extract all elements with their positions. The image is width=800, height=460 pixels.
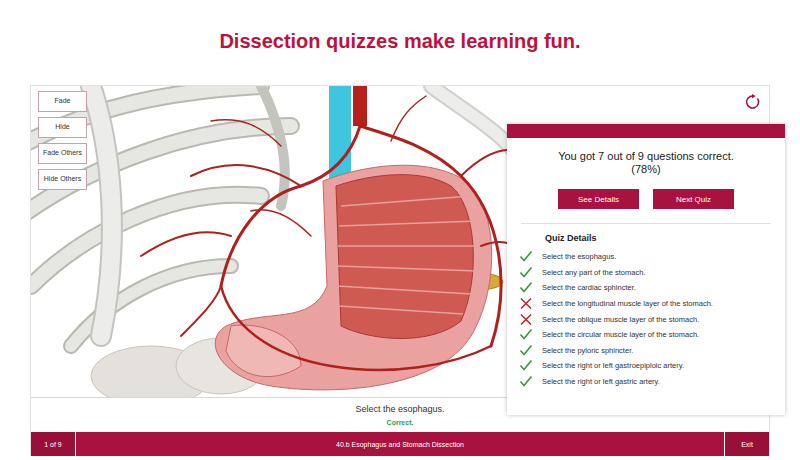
detail-text: Select the pyloric sphincter. [542, 346, 633, 355]
dissection-title: 40.b Esophagus and Stomach Dissection [76, 432, 724, 456]
details-list: Select the esophagus. Select any part of … [507, 243, 785, 389]
detail-row: Select any part of the stomach. [519, 265, 785, 281]
cross-icon [519, 297, 533, 310]
check-icon [519, 250, 533, 263]
see-details-button[interactable]: See Details [558, 189, 639, 209]
tool-button[interactable]: Fade [38, 91, 87, 112]
tool-button[interactable]: Hide [38, 117, 87, 138]
question: Select the esophagus. [355, 404, 444, 414]
detail-row: Select the longitudinal muscle layer of … [519, 296, 785, 312]
detail-row: Select the pyloric sphincter. [519, 343, 785, 359]
detail-text: Select the longitudinal muscle layer of … [542, 299, 713, 308]
detail-text: Select the right or left gastric artery. [542, 377, 660, 386]
check-icon [519, 328, 533, 341]
tool-button[interactable]: Hide Others [38, 169, 87, 190]
panel-buttons: See Details Next Quiz [507, 189, 785, 209]
tool-buttons: Fade Hide Fade Others Hide Others [38, 91, 87, 190]
footer-bar: 1 of 940.b Esophagus and Stomach Dissect… [31, 432, 769, 456]
score-text: You got 7 out of 9 questions correct. [558, 150, 734, 163]
check-icon [519, 375, 533, 388]
cross-icon [519, 313, 533, 326]
detail-row: Select the circular muscle layer of the … [519, 327, 785, 343]
check-icon [519, 344, 533, 357]
detail-text: Select any part of the stomach. [542, 268, 645, 277]
panel-header [507, 124, 785, 138]
next-quiz-button[interactable]: Next Quiz [653, 189, 734, 209]
detail-text: Select the cardiac sphincter. [542, 283, 636, 292]
check-icon [519, 266, 533, 279]
detail-text: Select the right or left gastroepiploic … [542, 361, 684, 370]
feedback: Correct. [387, 419, 414, 426]
detail-row: Select the esophagus. [519, 249, 785, 265]
detail-text: Select the esophagus. [542, 252, 616, 261]
headline: Dissection quizzes make learning fun. [0, 0, 800, 85]
check-icon [519, 359, 533, 372]
check-icon [519, 281, 533, 294]
detail-row: Select the right or left gastroepiploic … [519, 358, 785, 374]
reset-view-icon[interactable] [745, 94, 761, 110]
exit-button[interactable]: Exit [724, 432, 769, 456]
question-counter: 1 of 9 [31, 432, 76, 456]
divider [521, 223, 771, 224]
detail-row: Select the right or left gastric artery. [519, 374, 785, 390]
detail-row: Select the oblique muscle layer of the s… [519, 311, 785, 327]
score-percent: (78%) [631, 163, 660, 176]
results-panel: You got 7 out of 9 questions correct.(78… [507, 124, 785, 415]
tool-button[interactable]: Fade Others [38, 143, 87, 164]
result-summary: You got 7 out of 9 questions correct.(78… [507, 138, 785, 176]
detail-row: Select the cardiac sphincter. [519, 280, 785, 296]
details-title: Quiz Details [507, 224, 785, 243]
detail-text: Select the oblique muscle layer of the s… [542, 315, 699, 324]
detail-text: Select the circular muscle layer of the … [542, 330, 699, 339]
